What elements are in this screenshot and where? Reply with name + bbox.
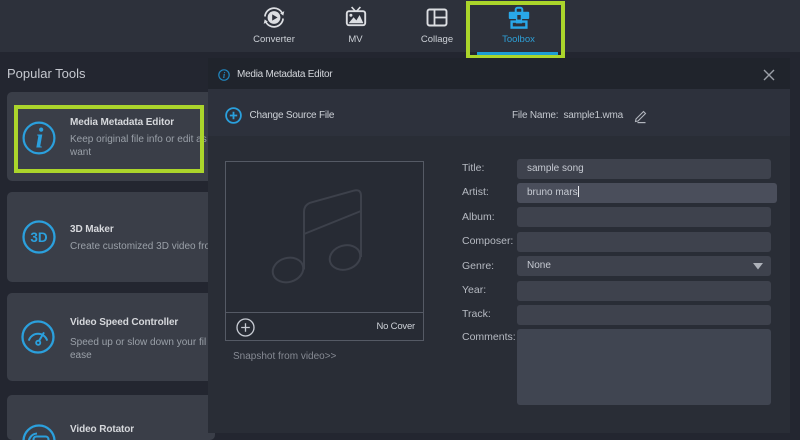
svg-text:i: i — [223, 70, 226, 80]
svg-text:3D: 3D — [30, 230, 48, 245]
